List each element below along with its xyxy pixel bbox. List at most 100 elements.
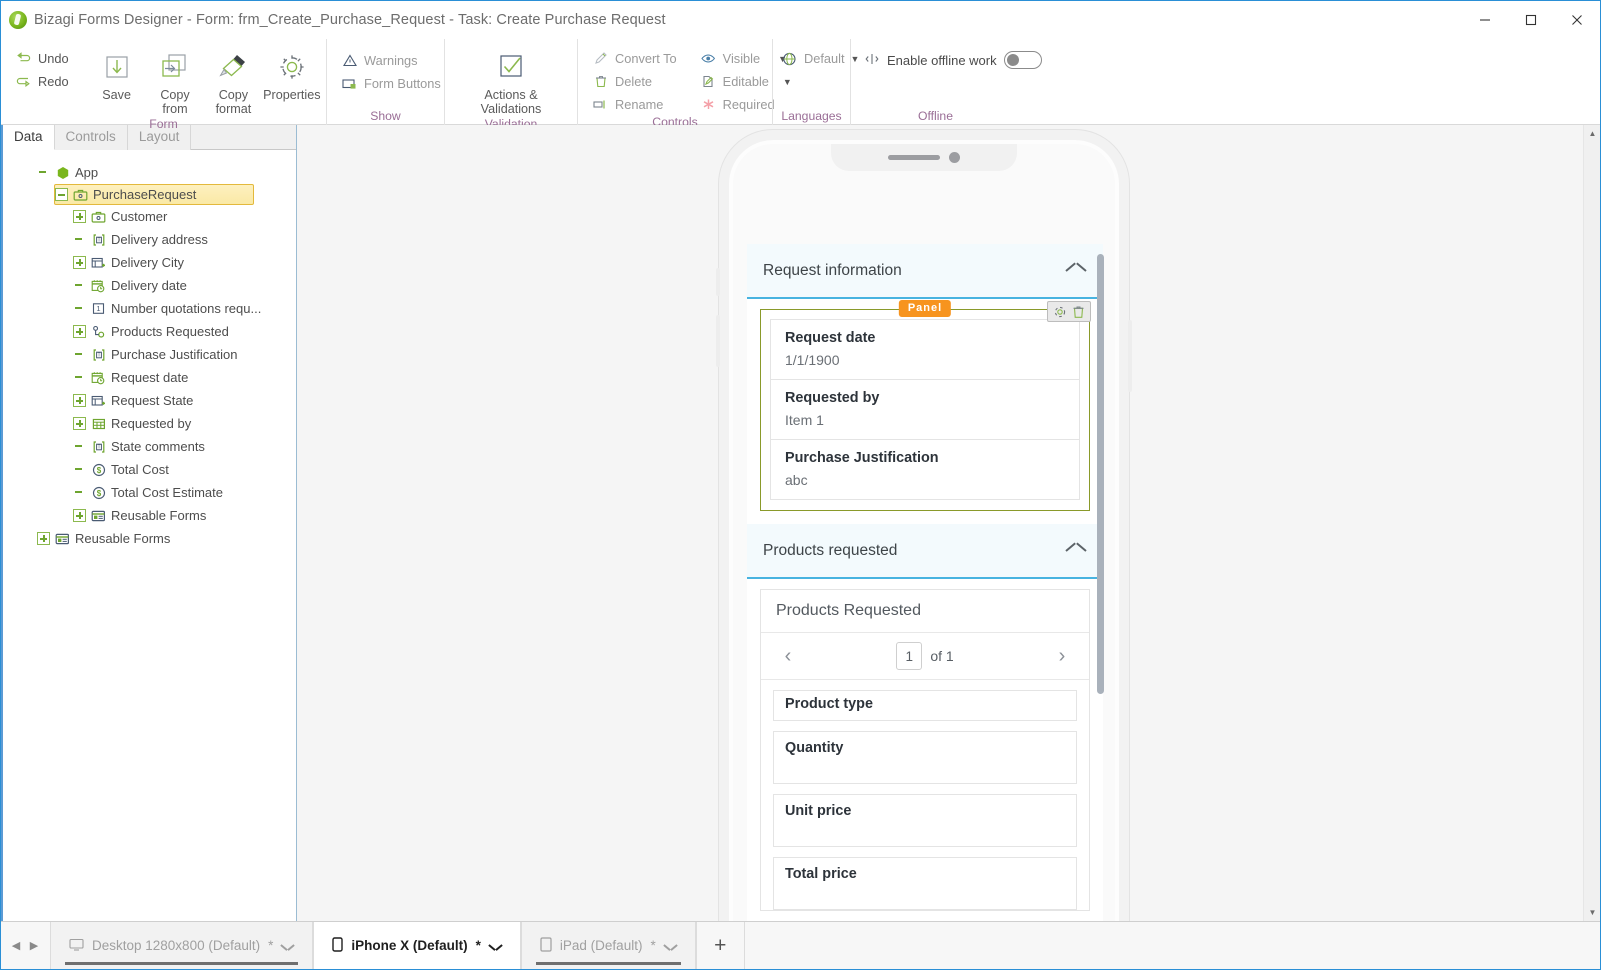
device-tab-nav: ◀ ▶ — [1, 922, 50, 969]
save-button[interactable]: Save — [87, 43, 145, 102]
redo-button[interactable]: Redo — [12, 72, 75, 91]
canvas-scroll-down-icon[interactable]: ▼ — [1584, 904, 1600, 921]
properties-label: Properties — [263, 88, 321, 102]
form-field-row[interactable]: Purchase Justification abc — [770, 439, 1080, 500]
properties-button[interactable]: Properties — [263, 43, 321, 102]
grid-prev-page-button[interactable]: ‹ — [777, 646, 799, 666]
number-icon: 1 — [90, 301, 107, 317]
grid-field[interactable]: Quantity — [773, 731, 1077, 784]
chevron-up-icon-request-information[interactable] — [1066, 265, 1086, 277]
chevron-up-icon-products-requested[interactable] — [1066, 545, 1086, 557]
tree-item-total-cost[interactable]: $ Total Cost — [73, 458, 296, 481]
close-button[interactable] — [1554, 1, 1600, 38]
add-device-tab-button[interactable]: + — [695, 922, 744, 969]
device-tab-ipad[interactable]: iPad (Default) * — [520, 922, 696, 969]
reusable-forms-icon — [54, 531, 71, 547]
device-tab-iphone-x-modified-marker: * — [475, 938, 481, 953]
tree-item-request-date[interactable]: Request date — [73, 366, 296, 389]
minimize-button[interactable] — [1462, 1, 1508, 38]
tree-item-purchaserequest[interactable]: PurchaseRequest — [54, 184, 254, 205]
tree-item-total-cost-estimate[interactable]: $ Total Cost Estimate — [73, 481, 296, 504]
ribbon-group-show: Warnings Form Buttons Show — [326, 39, 444, 125]
grid-page-input[interactable]: 1 — [896, 642, 923, 670]
tree-item-request-state[interactable]: Request State — [73, 389, 296, 412]
ribbon-toolbar: Undo Redo Save Copy from Copy format Pro… — [1, 39, 1600, 131]
redo-icon — [15, 74, 32, 89]
tree-item-app[interactable]: App — [37, 161, 296, 184]
tree-expander-plus-icon[interactable] — [73, 509, 86, 522]
section-header-products-requested[interactable]: Products requested — [747, 524, 1103, 579]
device-tab-iphone-x[interactable]: iPhone X (Default) * — [313, 922, 521, 969]
panel-delete-trash-icon[interactable] — [1069, 303, 1088, 320]
chevron-down-icon-ipad-tab[interactable] — [664, 942, 677, 950]
phone-notch — [831, 144, 1017, 171]
tree-item-products-requested[interactable]: Products Requested — [73, 320, 296, 343]
rename-button[interactable]: Rename — [589, 95, 683, 114]
canvas-vertical-scrollbar[interactable]: ▲ ▼ — [1583, 125, 1600, 921]
delete-button[interactable]: Delete — [589, 72, 683, 91]
tree-item-requested-by[interactable]: Requested by — [73, 412, 296, 435]
iphone-screen-bezel: Request information Panel Request date 1… — [729, 140, 1119, 921]
copy-from-icon — [157, 47, 193, 85]
enable-offline-work-row[interactable]: Enable offline work — [856, 43, 1052, 69]
tree-item-label: Products Requested — [111, 324, 229, 339]
copy-from-button[interactable]: Copy from — [146, 43, 204, 116]
tree-expander-plus-icon[interactable] — [73, 325, 86, 338]
copy-format-button[interactable]: Copy format — [204, 43, 262, 116]
tree-item-reusable-forms[interactable]: Reusable Forms — [73, 504, 296, 527]
tree-item-label: Delivery date — [111, 278, 187, 293]
device-tabs-prev-icon[interactable]: ◀ — [9, 938, 23, 954]
tree-expander-plus-icon[interactable] — [73, 256, 86, 269]
tree-item-state-comments[interactable]: T State comments — [73, 435, 296, 458]
canvas-scroll-up-icon[interactable]: ▲ — [1584, 125, 1600, 142]
tree-expander-plus-icon[interactable] — [73, 417, 86, 430]
undo-button[interactable]: Undo — [12, 49, 75, 68]
warnings-button[interactable]: Warnings — [338, 51, 447, 70]
tree-item-delivery-address[interactable]: T Delivery address — [73, 228, 296, 251]
form-field-label: Purchase Justification — [785, 450, 939, 466]
form-field-row[interactable]: Requested by Item 1 — [770, 379, 1080, 439]
form-field-row[interactable]: Request date 1/1/1900 — [770, 319, 1080, 379]
tree-item-delivery-date[interactable]: Delivery date — [73, 274, 296, 297]
tree-expander-plus-icon[interactable] — [73, 394, 86, 407]
grid-field-label: Unit price — [785, 803, 852, 819]
grid-field[interactable]: Unit price — [773, 794, 1077, 847]
form-preview-screen: Request information Panel Request date 1… — [747, 244, 1103, 921]
enable-offline-work-toggle[interactable] — [1003, 51, 1042, 69]
section-header-request-information[interactable]: Request information — [747, 244, 1103, 299]
maximize-button[interactable] — [1508, 1, 1554, 38]
chevron-down-icon-iphone-tab[interactable] — [489, 942, 502, 950]
tree-item-number-quotations-requ[interactable]: 1 Number quotations requ... — [73, 297, 296, 320]
tree-expander-plus-icon[interactable] — [37, 532, 50, 545]
required-label: Required — [722, 97, 775, 112]
phone-icon — [332, 936, 344, 955]
panel-settings-gear-icon[interactable] — [1050, 303, 1069, 320]
device-tab-desktop[interactable]: Desktop 1280x800 (Default) * — [50, 922, 314, 969]
grid-next-page-button[interactable]: › — [1051, 646, 1073, 666]
convert-to-button[interactable]: Convert To — [589, 49, 683, 68]
device-tabs-next-icon[interactable]: ▶ — [27, 938, 41, 954]
tree-item-purchase-justification[interactable]: T Purchase Justification — [73, 343, 296, 366]
chevron-down-icon-desktop-tab[interactable] — [281, 942, 294, 950]
grid-pager: ‹ 1 of 1 › — [761, 633, 1089, 680]
selected-panel-container[interactable]: Panel Request date 1/1/1900 Requested by… — [760, 300, 1091, 511]
tree-item-label: Purchase Justification — [111, 347, 238, 362]
tree-item-customer[interactable]: Customer — [73, 205, 296, 228]
save-label: Save — [102, 88, 131, 102]
form-scrollbar[interactable] — [1096, 248, 1105, 921]
form-buttons-button[interactable]: Form Buttons — [338, 74, 447, 93]
tree-item-reusable-forms[interactable]: Reusable Forms — [37, 527, 296, 550]
form-buttons-label: Form Buttons — [364, 76, 441, 91]
tree-expander-minus-icon[interactable] — [55, 188, 68, 201]
actions-validations-button[interactable]: Actions & Validations — [452, 43, 570, 116]
globe-icon — [781, 51, 798, 66]
tree-item-delivery-city[interactable]: Delivery City — [73, 251, 296, 274]
grid-field[interactable]: Total price — [773, 857, 1077, 910]
tree-expander-plus-icon[interactable] — [73, 210, 86, 223]
eye-icon — [700, 51, 717, 66]
form-field-label: Request date — [785, 330, 876, 346]
device-tab-bar-filler — [743, 922, 1600, 969]
grid-field[interactable]: Product type — [773, 690, 1077, 721]
trash-icon — [592, 74, 609, 89]
form-scrollbar-thumb[interactable] — [1097, 254, 1104, 694]
